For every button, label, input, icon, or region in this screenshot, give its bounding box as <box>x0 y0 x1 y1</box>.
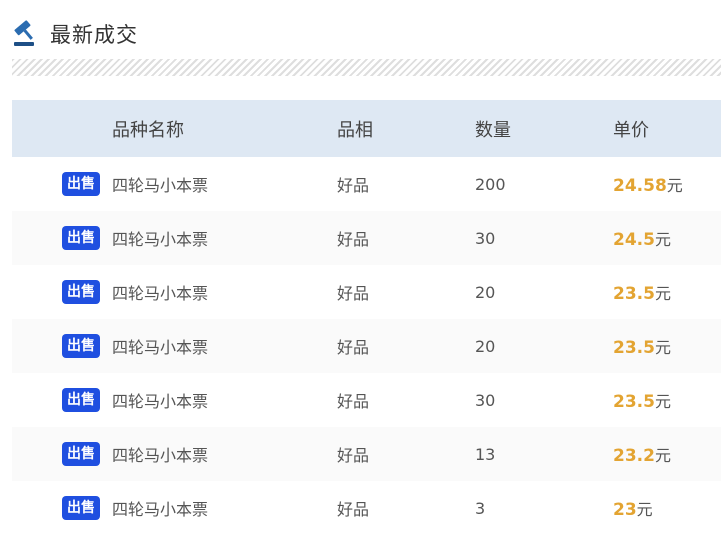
price-value: 23.5 <box>613 338 655 358</box>
price-value: 24.58 <box>613 176 667 196</box>
sell-badge: 出售 <box>62 226 100 250</box>
item-price: 23.2元 <box>613 442 721 466</box>
item-grade: 好品 <box>337 446 370 465</box>
col-header-name: 品种名称 <box>112 119 184 141</box>
item-quantity: 30 <box>475 228 496 248</box>
item-name[interactable]: 四轮马小本票 <box>112 280 337 304</box>
price-value: 23.5 <box>613 392 655 412</box>
sell-badge: 出售 <box>62 496 100 520</box>
price-unit: 元 <box>654 230 671 249</box>
sell-badge: 出售 <box>62 172 100 196</box>
price-value: 23.2 <box>613 446 655 466</box>
table-row[interactable]: 出售 四轮马小本票 好品 30 23.5元 <box>12 373 721 427</box>
item-quantity: 200 <box>475 174 506 194</box>
table-row[interactable]: 出售 四轮马小本票 好品 3 23元 <box>12 481 721 535</box>
item-grade: 好品 <box>337 230 370 249</box>
trades-table: 品种名称 品相 数量 单价 出售 四轮马小本票 好品 200 24.58元 出售… <box>12 100 721 535</box>
price-unit: 元 <box>654 446 671 465</box>
table-row[interactable]: 出售 四轮马小本票 好品 13 23.2元 <box>12 427 721 481</box>
price-unit: 元 <box>654 284 671 303</box>
item-quantity: 13 <box>475 444 496 464</box>
sell-badge: 出售 <box>62 388 100 412</box>
price-value: 23.5 <box>613 284 655 304</box>
item-quantity: 20 <box>475 282 496 302</box>
price-value: 23 <box>613 500 637 520</box>
item-quantity: 30 <box>475 390 496 410</box>
item-name[interactable]: 四轮马小本票 <box>112 172 337 196</box>
price-unit: 元 <box>636 500 653 519</box>
item-price: 23元 <box>613 496 721 520</box>
item-name[interactable]: 四轮马小本票 <box>112 226 337 250</box>
item-quantity: 20 <box>475 336 496 356</box>
col-header-grade: 品相 <box>337 119 373 141</box>
item-name[interactable]: 四轮马小本票 <box>112 334 337 358</box>
table-row[interactable]: 出售 四轮马小本票 好品 30 24.5元 <box>12 211 721 265</box>
table-row[interactable]: 出售 四轮马小本票 好品 200 24.58元 <box>12 157 721 211</box>
sell-badge: 出售 <box>62 280 100 304</box>
item-price: 23.5元 <box>613 334 721 358</box>
item-name[interactable]: 四轮马小本票 <box>112 388 337 412</box>
sell-badge: 出售 <box>62 334 100 358</box>
section-title: 最新成交 <box>50 23 138 47</box>
table-header: 品种名称 品相 数量 单价 <box>12 100 721 157</box>
header-divider <box>12 59 721 76</box>
item-name[interactable]: 四轮马小本票 <box>112 496 337 520</box>
price-unit: 元 <box>654 392 671 411</box>
item-price: 24.5元 <box>613 226 721 250</box>
item-name[interactable]: 四轮马小本票 <box>112 442 337 466</box>
item-price: 24.58元 <box>613 172 721 196</box>
item-price: 23.5元 <box>613 388 721 412</box>
table-row[interactable]: 出售 四轮马小本票 好品 20 23.5元 <box>12 265 721 319</box>
item-grade: 好品 <box>337 392 370 411</box>
item-grade: 好品 <box>337 338 370 357</box>
col-header-quantity: 数量 <box>475 119 511 141</box>
item-price: 23.5元 <box>613 280 721 304</box>
price-value: 24.5 <box>613 230 655 250</box>
item-grade: 好品 <box>337 176 370 195</box>
sell-badge: 出售 <box>62 442 100 466</box>
gavel-icon <box>14 20 34 46</box>
table-row[interactable]: 出售 四轮马小本票 好品 20 23.5元 <box>12 319 721 373</box>
item-grade: 好品 <box>337 284 370 303</box>
price-unit: 元 <box>654 338 671 357</box>
item-grade: 好品 <box>337 500 370 519</box>
price-unit: 元 <box>666 176 683 195</box>
section-header: 最新成交 <box>12 16 138 52</box>
col-header-price: 单价 <box>613 119 649 141</box>
item-quantity: 3 <box>475 498 486 518</box>
